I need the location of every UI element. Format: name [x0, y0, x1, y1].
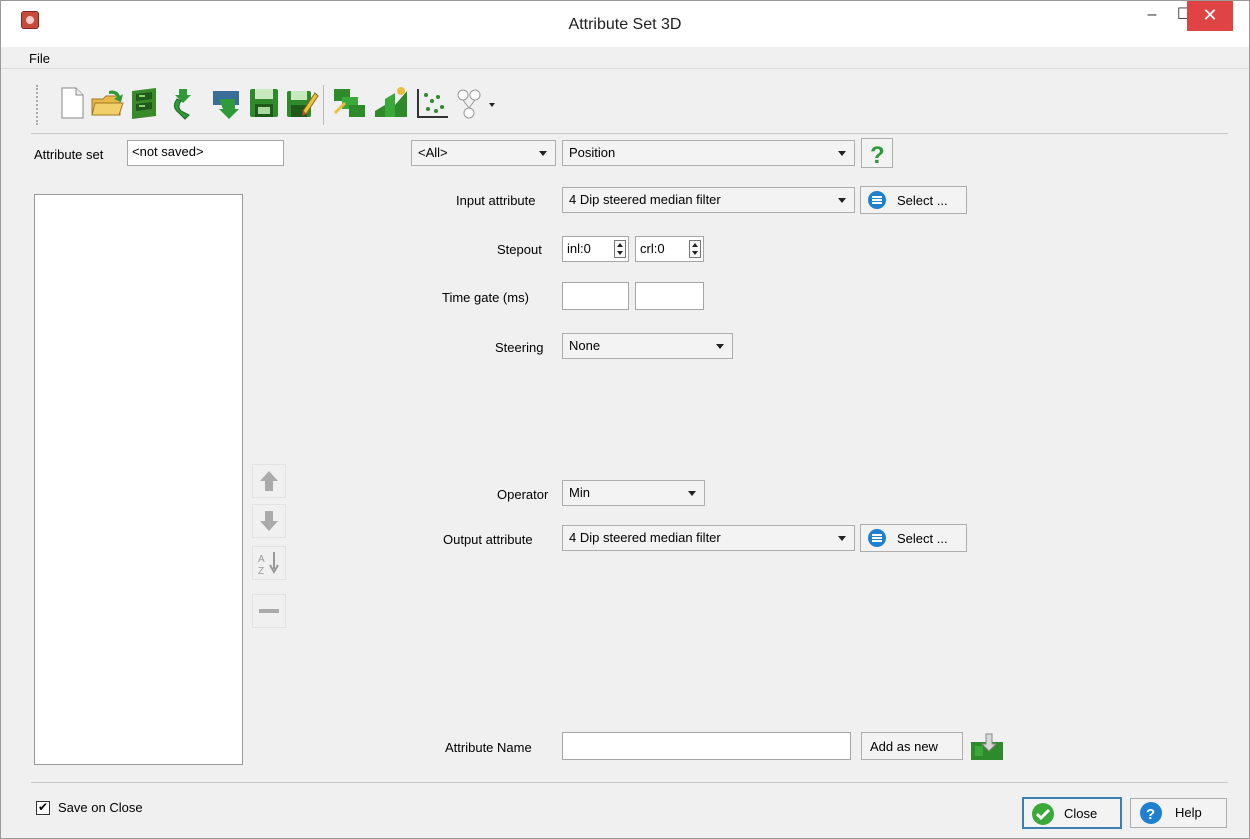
save-icon[interactable] — [246, 85, 282, 121]
input-attribute-value: 4 Dip steered median filter — [569, 192, 721, 207]
close-window-button[interactable]: ✕ — [1187, 1, 1233, 31]
sort-az-icon: A Z — [258, 552, 279, 577]
help-icon: ? — [1140, 802, 1162, 824]
minus-icon — [259, 609, 279, 613]
attribute-type-value: Position — [569, 145, 616, 160]
toolbar-divider — [31, 133, 1228, 134]
help-icon-button[interactable]: ? — [861, 138, 893, 169]
attribute-group-dropdown[interactable]: <All> — [411, 140, 556, 166]
output-select-button[interactable]: Select ... — [860, 524, 967, 552]
import-icon[interactable] — [167, 85, 203, 121]
attribute-type-dropdown[interactable]: Position — [562, 140, 855, 166]
chevron-down-icon — [838, 536, 846, 541]
stepout-crl-value: crl:0 — [640, 241, 665, 256]
toolbar-separator — [323, 85, 324, 125]
time-gate-end-input[interactable] — [635, 282, 704, 310]
spinner-arrows-icon[interactable] — [689, 240, 701, 258]
chevron-down-icon — [838, 198, 846, 203]
attribute-set-field[interactable]: <not saved> — [127, 140, 284, 166]
operator-dropdown[interactable]: Min — [562, 480, 705, 506]
sort-button[interactable]: A Z — [252, 546, 286, 580]
chevron-down-icon — [716, 344, 724, 349]
stepout-crl-spinner[interactable]: crl:0 — [635, 236, 704, 262]
move-down-button[interactable] — [252, 504, 286, 538]
attribute-group-value: <All> — [418, 145, 448, 160]
svg-text:A: A — [258, 554, 265, 565]
output-attribute-dropdown[interactable]: 4 Dip steered median filter — [562, 525, 855, 551]
title-bar: Attribute Set 3D – ☐ ✕ — [1, 1, 1249, 47]
svg-text:Z: Z — [258, 566, 264, 577]
save-on-close-checkbox[interactable]: ✔ — [36, 801, 50, 815]
attribute-name-label: Attribute Name — [445, 740, 532, 755]
chevron-down-icon — [838, 151, 846, 156]
operator-value: Min — [569, 485, 590, 500]
open-folder-icon[interactable] — [89, 85, 125, 121]
add-as-new-button[interactable]: Add as new — [861, 732, 963, 760]
stepout-label: Stepout — [497, 242, 542, 257]
toolbar-grip[interactable] — [36, 85, 38, 125]
stepout-inl-spinner[interactable]: inl:0 — [562, 236, 629, 262]
steering-value: None — [569, 338, 601, 353]
attribute-set-window: Attribute Set 3D – ☐ ✕ File Attribute se… — [0, 0, 1250, 839]
reimport-icon[interactable] — [209, 85, 245, 121]
question-mark-icon: ? — [870, 142, 885, 169]
new-file-icon[interactable] — [53, 85, 89, 121]
save-on-close-label: Save on Close — [58, 800, 143, 815]
evaluate-icon[interactable] — [331, 85, 367, 121]
add-attribute-icon-button[interactable] — [969, 732, 1005, 762]
time-gate-label: Time gate (ms) — [442, 290, 529, 305]
minimize-button[interactable]: – — [1137, 1, 1167, 31]
chevron-down-icon — [539, 151, 547, 156]
stepout-inl-value: inl:0 — [567, 241, 591, 256]
attribute-name-input[interactable] — [562, 732, 851, 760]
attribute-set-label: Attribute set — [34, 147, 104, 162]
steering-dropdown[interactable]: None — [562, 333, 733, 359]
menu-bar: File — [1, 47, 1249, 69]
add-as-new-label: Add as new — [870, 739, 938, 754]
spinner-arrows-icon[interactable] — [614, 240, 626, 258]
arrow-up-icon — [260, 471, 278, 491]
database-icon[interactable] — [126, 85, 162, 121]
input-attribute-dropdown[interactable]: 4 Dip steered median filter — [562, 187, 855, 213]
steering-label: Steering — [495, 340, 544, 355]
bottom-divider — [31, 782, 1228, 783]
operator-label: Operator — [497, 487, 549, 502]
time-gate-start-input[interactable] — [562, 282, 629, 310]
close-button[interactable]: Close — [1022, 797, 1122, 829]
add-attribute-icon — [971, 733, 1003, 760]
svg-text:?: ? — [870, 142, 885, 167]
output-select-label: Select ... — [897, 531, 948, 546]
checkmark-icon — [1032, 803, 1054, 825]
input-select-label: Select ... — [897, 193, 948, 208]
crossplot-icon[interactable] — [373, 85, 409, 121]
neural-network-icon[interactable] — [455, 85, 499, 121]
close-button-label: Close — [1064, 806, 1098, 821]
save-as-icon[interactable] — [283, 85, 319, 121]
help-button-label: Help — [1175, 805, 1202, 820]
arrow-down-icon — [260, 511, 278, 531]
window-title: Attribute Set 3D — [568, 16, 682, 33]
list-icon — [868, 191, 886, 209]
menu-file[interactable]: File — [29, 51, 50, 66]
input-select-button[interactable]: Select ... — [860, 186, 967, 214]
remove-button[interactable] — [252, 594, 286, 628]
input-attribute-label: Input attribute — [456, 193, 536, 208]
output-attribute-value: 4 Dip steered median filter — [569, 530, 721, 545]
move-up-button[interactable] — [252, 464, 286, 498]
list-icon — [868, 529, 886, 547]
svg-text:?: ? — [1146, 806, 1155, 823]
attribute-list[interactable] — [34, 194, 243, 765]
chevron-down-icon — [688, 491, 696, 496]
cross-plot-attributes-icon[interactable] — [414, 85, 450, 121]
help-button[interactable]: ? Help — [1130, 798, 1227, 828]
output-attribute-label: Output attribute — [443, 532, 533, 547]
